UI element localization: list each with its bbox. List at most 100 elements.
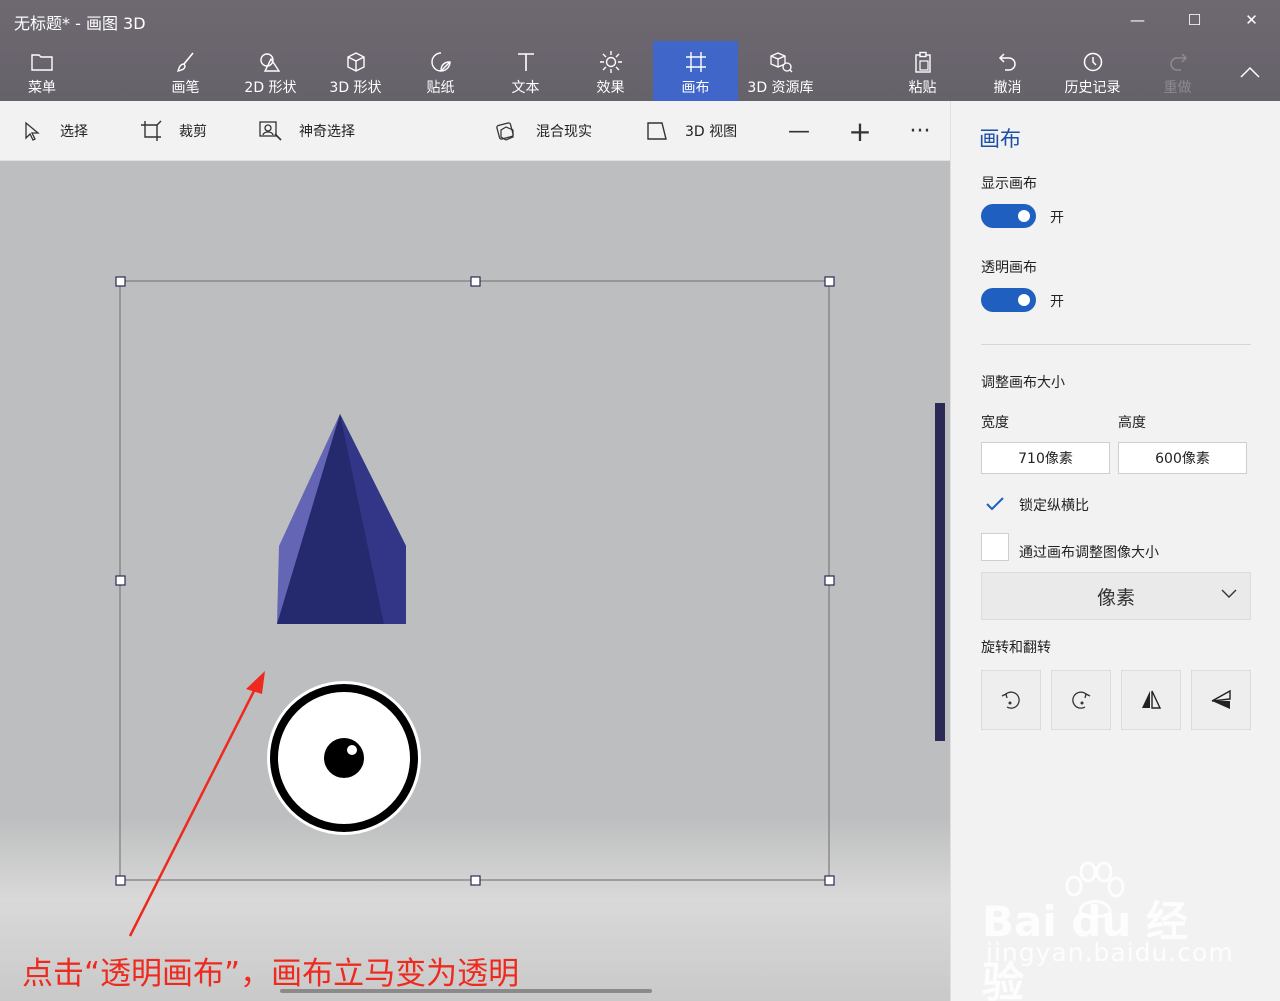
tab-stickers-label: 贴纸 <box>426 80 455 96</box>
crop-tool[interactable]: 裁剪 <box>139 101 207 161</box>
tab-brushes-label: 画笔 <box>171 80 200 96</box>
resize-handle-tl[interactable] <box>115 276 126 287</box>
tab-canvas-label: 画布 <box>681 80 710 96</box>
baidu-watermark: Bai du 经验 jingyan.baidu.com <box>978 858 1233 1001</box>
resize-handle-r[interactable] <box>824 575 835 586</box>
resize-handle-l[interactable] <box>115 575 126 586</box>
flip-vertical-button[interactable] <box>1191 670 1251 730</box>
rotate-left-icon <box>1001 691 1020 709</box>
resize-handle-br[interactable] <box>824 875 835 886</box>
show-canvas-toggle[interactable] <box>981 204 1036 228</box>
tab-canvas[interactable]: 画布 <box>653 41 738 101</box>
resize-handle-bl[interactable] <box>115 875 126 886</box>
history-button[interactable]: 历史记录 <box>1050 41 1135 101</box>
mixed-reality-button[interactable]: 混合现实 <box>496 101 592 161</box>
flip-horizontal-icon <box>1142 690 1162 709</box>
width-label: 宽度 <box>981 415 1009 431</box>
annotation-arrow <box>128 671 265 937</box>
tab-effects[interactable]: 效果 <box>568 41 653 101</box>
cursor-icon <box>20 119 44 143</box>
watermark-domain: jingyan.baidu.com <box>986 938 1234 967</box>
canvas-icon <box>683 49 709 75</box>
toggle-knob <box>1018 210 1030 222</box>
redo-icon <box>1165 49 1191 75</box>
paste-icon <box>910 49 936 75</box>
crop-label: 裁剪 <box>179 124 207 140</box>
vertical-scrollbar[interactable] <box>935 403 945 741</box>
resize-handle-tr[interactable] <box>824 276 835 287</box>
select-tool[interactable]: 选择 <box>20 101 88 161</box>
flip-horizontal-button[interactable] <box>1121 670 1181 730</box>
canvas-toolbar: 选择 裁剪 神奇选择 混合现实 3D 视图 — + ··· <box>0 101 950 161</box>
undo-label: 撤消 <box>993 80 1022 96</box>
collapse-ribbon-button[interactable] <box>1222 41 1278 101</box>
mixed-reality-icon <box>496 119 520 143</box>
tab-text-label: 文本 <box>511 80 540 96</box>
transparent-canvas-label: 透明画布 <box>981 260 1037 276</box>
close-button[interactable]: ✕ <box>1223 0 1280 40</box>
maximize-button[interactable]: ☐ <box>1166 0 1223 40</box>
workspace <box>0 161 950 1001</box>
height-input[interactable]: 600像素 <box>1118 442 1247 474</box>
undo-icon <box>995 49 1021 75</box>
select-label: 选择 <box>60 124 88 140</box>
rotate-view-icon[interactable] <box>267 681 421 835</box>
more-icon: ··· <box>909 118 931 144</box>
more-options-button[interactable]: ··· <box>900 111 940 151</box>
3d-library-icon <box>768 49 794 75</box>
rotate-right-button[interactable] <box>1051 670 1111 730</box>
checkmark-icon <box>986 497 1004 511</box>
show-canvas-state: 开 <box>1050 210 1064 226</box>
resize-canvas-label: 调整画布大小 <box>981 375 1065 391</box>
unit-select[interactable]: 像素 <box>981 572 1251 620</box>
resize-handle-b[interactable] <box>470 875 481 886</box>
rotate-left-button[interactable] <box>981 670 1041 730</box>
magic-select-tool[interactable]: 神奇选择 <box>259 101 355 161</box>
panel-title: 画布 <box>979 127 1021 151</box>
lock-aspect-checkbox[interactable] <box>981 490 1009 518</box>
canvas-svg <box>115 276 835 937</box>
rotate-right-icon <box>1072 691 1091 709</box>
stickers-icon <box>428 49 454 75</box>
panel-divider <box>981 344 1251 345</box>
paste-label: 粘贴 <box>908 80 937 96</box>
3d-shapes-icon <box>343 49 369 75</box>
tab-brushes[interactable]: 画笔 <box>143 41 228 101</box>
flip-vertical-icon <box>1211 689 1231 709</box>
tab-3d-shapes[interactable]: 3D 形状 <box>313 41 398 101</box>
zoom-in-button[interactable]: + <box>840 111 880 151</box>
show-canvas-label: 显示画布 <box>981 176 1037 192</box>
tab-3d-shapes-label: 3D 形状 <box>329 80 382 96</box>
tab-text[interactable]: 文本 <box>483 41 568 101</box>
resize-image-checkbox[interactable] <box>981 533 1009 561</box>
zoom-out-button[interactable]: — <box>779 111 819 151</box>
brush-icon <box>173 49 199 75</box>
minimize-button[interactable]: — <box>1109 0 1166 40</box>
crop-icon <box>139 119 163 143</box>
menu-button[interactable]: 菜单 <box>10 41 74 101</box>
3d-view-icon <box>645 119 669 143</box>
width-value: 710像素 <box>1018 451 1073 467</box>
height-value: 600像素 <box>1155 451 1210 467</box>
3d-view-label: 3D 视图 <box>685 124 738 140</box>
paste-button[interactable]: 粘贴 <box>880 41 965 101</box>
transparent-canvas-toggle[interactable] <box>981 288 1036 312</box>
3d-view-button[interactable]: 3D 视图 <box>645 101 737 161</box>
undo-button[interactable]: 撤消 <box>965 41 1050 101</box>
resize-handle-t[interactable] <box>470 276 481 287</box>
canvas-frame[interactable] <box>119 280 830 881</box>
transparent-canvas-state: 开 <box>1050 294 1064 310</box>
tab-stickers[interactable]: 贴纸 <box>398 41 483 101</box>
tab-3d-library[interactable]: 3D 资源库 <box>738 41 823 101</box>
magic-select-icon <box>259 119 283 143</box>
tab-2d-shapes[interactable]: 2D 形状 <box>228 41 313 101</box>
toggle-knob <box>1018 294 1030 306</box>
height-label: 高度 <box>1118 415 1146 431</box>
unit-select-value: 像素 <box>1096 586 1135 609</box>
pyramid-object[interactable] <box>277 414 406 624</box>
folder-icon <box>29 49 55 75</box>
menu-label: 菜单 <box>28 80 56 96</box>
width-input[interactable]: 710像素 <box>981 442 1110 474</box>
redo-button[interactable]: 重做 <box>1135 41 1220 101</box>
magic-select-label: 神奇选择 <box>299 124 355 140</box>
